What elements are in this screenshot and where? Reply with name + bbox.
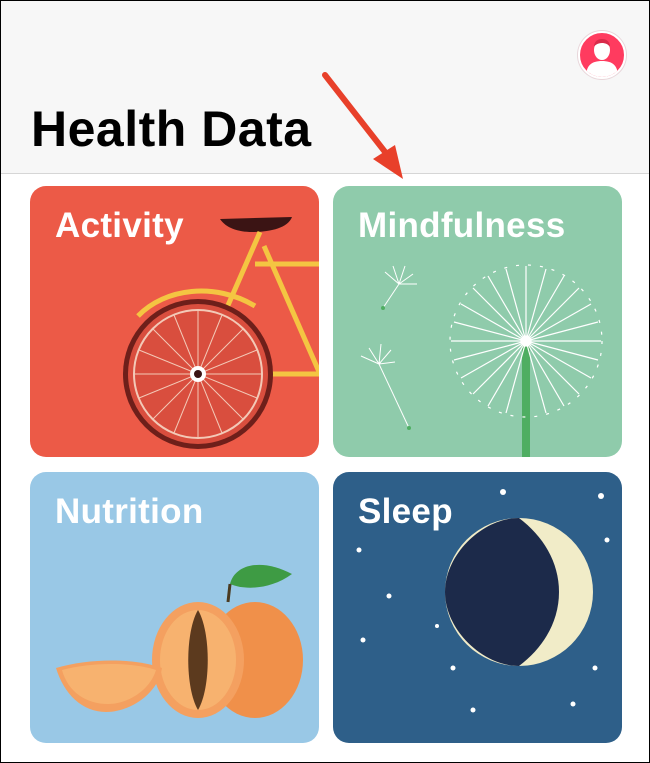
category-tile-sleep[interactable]: Sleep	[333, 472, 622, 743]
category-tile-mindfulness[interactable]: Mindfulness	[333, 186, 622, 457]
profile-button[interactable]	[578, 31, 626, 79]
navigation-header: Health Data	[1, 1, 649, 174]
tile-label-sleep: Sleep	[358, 492, 453, 531]
tile-label-nutrition: Nutrition	[55, 492, 204, 531]
person-silhouette-icon	[586, 39, 618, 77]
page-title: Health Data	[31, 101, 312, 157]
category-tile-nutrition[interactable]: Nutrition	[30, 472, 319, 743]
tile-label-activity: Activity	[55, 206, 184, 245]
tile-label-mindfulness: Mindfulness	[358, 206, 566, 245]
health-app-screen: Health Data Activity Mindfulness Nutriti…	[0, 0, 650, 763]
category-tile-activity[interactable]: Activity	[30, 186, 319, 457]
